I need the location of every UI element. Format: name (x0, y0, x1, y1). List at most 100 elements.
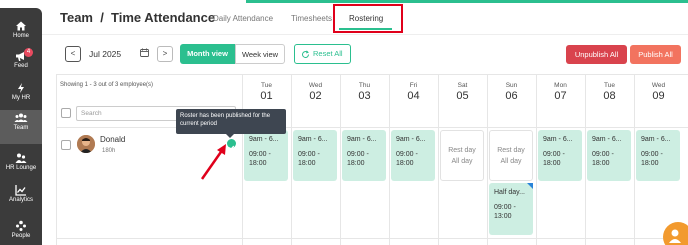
notification-badge: 4 (24, 48, 33, 57)
lounge-icon (15, 153, 27, 163)
analytics-icon (15, 185, 26, 196)
sidebar-item-people[interactable]: People (0, 218, 42, 245)
day-number: 06 (505, 90, 518, 102)
lightning-icon (18, 83, 24, 93)
sidebar-item-label: Team (13, 125, 29, 131)
prev-month-button[interactable]: < (65, 46, 81, 62)
select-all-checkbox[interactable] (61, 108, 71, 118)
leave-corner-marker (527, 183, 533, 189)
user-icon (669, 229, 681, 243)
header-row-line (56, 127, 688, 128)
sidebar-item-label: My HR (11, 95, 31, 101)
shift-cell[interactable]: 9am - 6... 09:00 - 18:00 (636, 130, 680, 181)
day-header: Sun 06 (487, 82, 536, 102)
day-number: 04 (407, 90, 420, 102)
shift-title: 9am - 6... (641, 136, 671, 143)
day-header: Tue 01 (242, 82, 291, 102)
sidebar-item-label: People (11, 233, 31, 239)
home-icon (16, 21, 26, 31)
shift-title: 9am - 6... (298, 136, 328, 143)
day-number: 05 (456, 90, 469, 102)
shift-cell[interactable]: 9am - 6... 09:00 - 18:00 (391, 130, 435, 181)
day-header: Wed 02 (291, 82, 340, 102)
shift-cell[interactable]: 9am - 6... 09:00 - 18:00 (244, 130, 288, 181)
day-header: Sat 05 (438, 82, 487, 102)
day-name: Thu (358, 82, 371, 89)
shift-cell[interactable]: 9am - 6... 09:00 - 18:00 (342, 130, 386, 181)
day-name: Wed (651, 82, 666, 89)
help-chat-button[interactable] (663, 222, 688, 245)
sidebar-item-analytics[interactable]: Analytics (0, 182, 42, 214)
sidebar-item-label: HR Lounge (5, 165, 37, 171)
day-name: Sun (505, 82, 518, 89)
day-number: 02 (309, 90, 322, 102)
row-checkbox[interactable] (61, 140, 71, 150)
day-name: Tue (261, 82, 272, 89)
employee-name[interactable]: Donald (100, 135, 125, 144)
grid-top-line (56, 74, 688, 75)
page-title: Team / Time Attendance (60, 10, 216, 25)
employee-count-text: Showing 1 - 3 out of 3 employee(s) (60, 82, 154, 88)
employee-hours: 180h (102, 148, 116, 154)
day-number: 08 (603, 90, 616, 102)
half-day-title: Half day... (494, 189, 525, 196)
shift-title: 9am - 6... (347, 136, 377, 143)
sidebar-item-label: Home (12, 33, 29, 39)
tab-daily-attendance[interactable]: Daily Attendance (213, 14, 273, 23)
sidebar-item-team[interactable]: Team (0, 110, 42, 144)
day-name: Fri (409, 82, 418, 89)
highlight-box (333, 4, 403, 33)
tooltip-arrow (226, 134, 234, 138)
day-name: Wed (308, 82, 323, 89)
sidebar-item-label: Analytics (8, 197, 33, 203)
shift-cell[interactable]: 9am - 6... 09:00 - 18:00 (538, 130, 582, 181)
top-accent-strip (246, 0, 688, 3)
day-name: Sat (457, 82, 468, 89)
shift-time: 09:00 - 18:00 (347, 151, 369, 167)
shift-title: 9am - 6... (249, 136, 279, 143)
reset-icon (302, 50, 310, 58)
half-day-time: 09:00 - 13:00 (494, 204, 516, 220)
reset-all-button[interactable]: Reset All (294, 44, 351, 64)
shift-time: 09:00 - 18:00 (641, 151, 663, 167)
day-header: Tue 08 (585, 82, 634, 102)
publish-all-button[interactable]: Publish All (630, 45, 681, 64)
reset-all-label: Reset All (313, 49, 343, 58)
month-view-button[interactable]: Month view (180, 44, 235, 64)
tab-timesheets[interactable]: Timesheets (291, 14, 332, 23)
day-number: 01 (260, 90, 273, 102)
week-view-button[interactable]: Week view (235, 44, 285, 64)
header-divider (42, 34, 688, 35)
shift-time: 09:00 - 18:00 (249, 151, 271, 167)
shift-time: 09:00 - 18:00 (592, 151, 614, 167)
shift-cell[interactable]: 9am - 6... 09:00 - 18:00 (293, 130, 337, 181)
app-root: Home 4 Feed My HR Team HR Lounge Analyti… (0, 0, 688, 245)
grid-border (56, 74, 57, 245)
next-month-button[interactable]: > (157, 46, 173, 62)
people-icon (16, 220, 26, 231)
day-header: Thu 03 (340, 82, 389, 102)
avatar (77, 135, 95, 153)
annotation-arrow-icon (200, 144, 226, 180)
shift-cell[interactable]: 9am - 6... 09:00 - 18:00 (587, 130, 631, 181)
sidebar-item-my-hr[interactable]: My HR (0, 80, 42, 112)
rest-day-cell[interactable]: Rest day All day (489, 130, 533, 181)
sidebar-item-label: Feed (14, 63, 28, 69)
sidebar: Home 4 Feed My HR Team HR Lounge Analyti… (0, 8, 42, 245)
day-name: Mon (554, 82, 567, 89)
sidebar-item-feed[interactable]: 4 Feed (0, 48, 42, 80)
sidebar-item-home[interactable]: Home (0, 18, 42, 50)
day-number: 09 (652, 90, 665, 102)
half-day-cell[interactable]: Half day... 09:00 - 13:00 (489, 183, 533, 235)
calendar-icon[interactable] (140, 48, 149, 57)
shift-title: 9am - 6... (543, 136, 573, 143)
rest-day-cell[interactable]: Rest day All day (440, 130, 484, 181)
day-number: 07 (554, 90, 567, 102)
sidebar-item-hr-lounge[interactable]: HR Lounge (0, 150, 42, 182)
unpublish-all-button[interactable]: Unpublish All (566, 45, 627, 64)
day-name: Tue (604, 82, 615, 89)
published-tooltip: Roster has been published for the curren… (176, 109, 286, 134)
current-month-label: Jul 2025 (89, 49, 122, 59)
shift-time: 09:00 - 18:00 (396, 151, 418, 167)
shift-time: 09:00 - 18:00 (298, 151, 320, 167)
